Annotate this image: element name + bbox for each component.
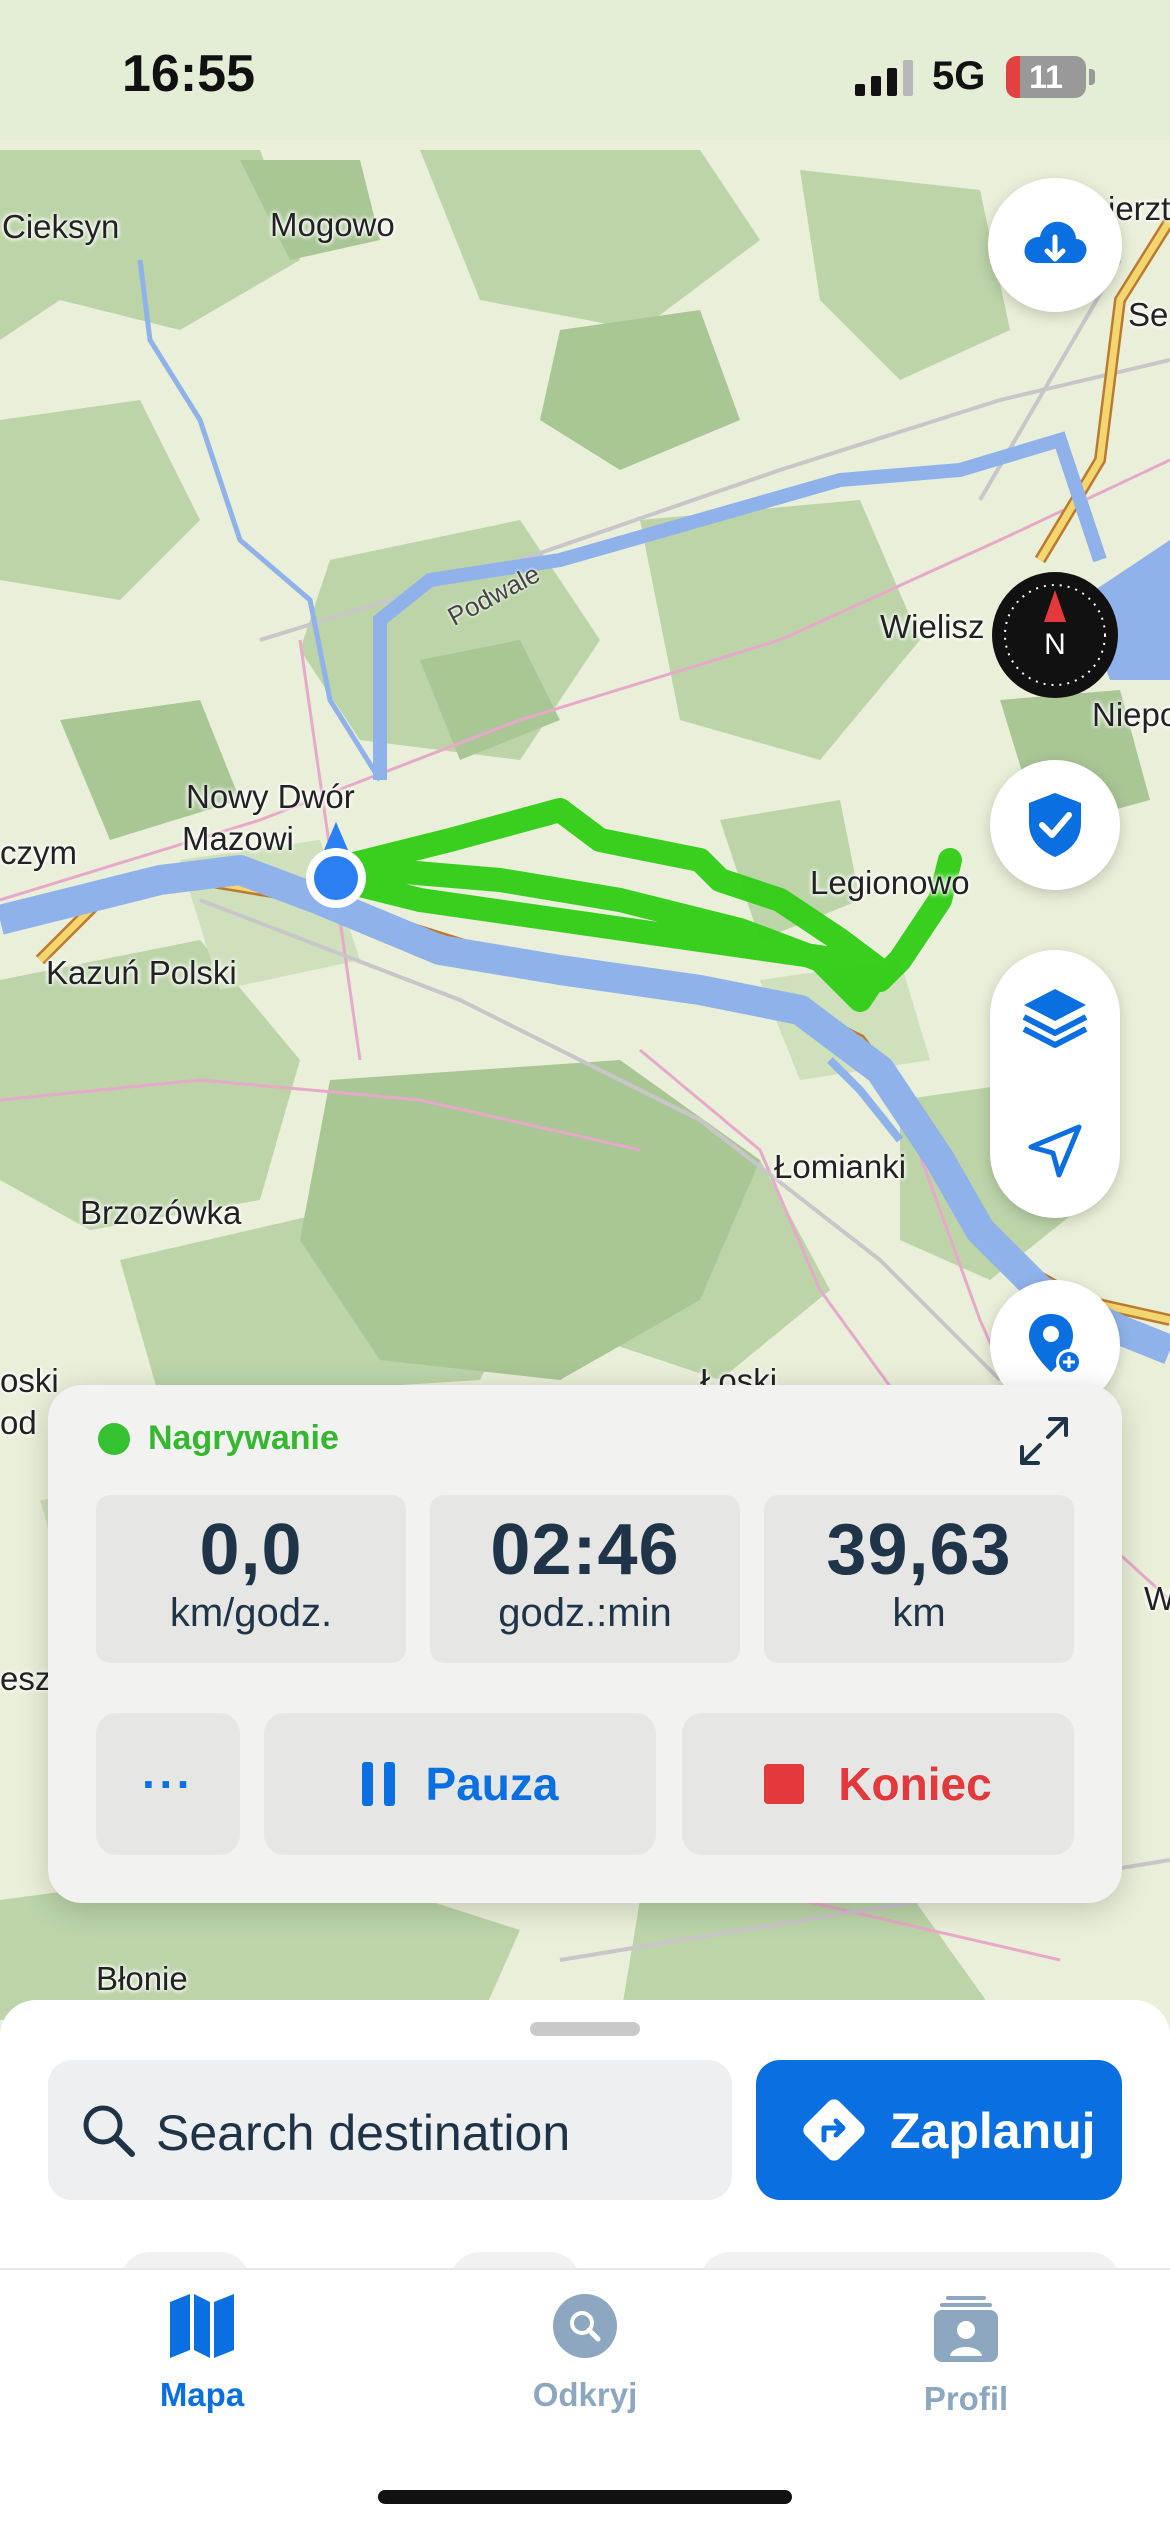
map-tools-group: [990, 950, 1120, 1218]
plan-route-button[interactable]: Zaplanuj: [756, 2060, 1122, 2200]
time-unit: godz.:min: [498, 1591, 672, 1635]
tab-label-odkryj: Odkryj: [532, 2376, 638, 2413]
recording-indicator-icon: [98, 1423, 130, 1455]
shield-check-icon: [1029, 793, 1081, 857]
speed-value: 0,0: [199, 1510, 303, 1590]
battery-tip: [1089, 69, 1095, 85]
layers-button[interactable]: [990, 950, 1120, 1084]
map-label-od: od: [0, 1404, 37, 1441]
locate-me-button[interactable]: [990, 1084, 1120, 1218]
plan-label: Zaplanuj: [890, 2103, 1096, 2159]
map-label-lomianki: Łomianki: [774, 1148, 907, 1185]
compass-letter: N: [1044, 628, 1066, 661]
tab-profil[interactable]: Profil: [836, 2296, 1096, 2436]
battery-level: 11: [1029, 59, 1063, 95]
end-recording-button[interactable]: Koniec: [682, 1713, 1074, 1855]
end-label: Koniec: [838, 1758, 992, 1810]
map-label-mazowiecki: Mazowi: [182, 820, 294, 857]
sheet-grabber[interactable]: [530, 2022, 640, 2036]
map-label-esz: esz: [0, 1660, 52, 1697]
tab-label-profil: Profil: [923, 2380, 1009, 2417]
home-indicator: [378, 2490, 792, 2504]
distance-stat: 39,63 km: [764, 1495, 1074, 1663]
distance-unit: km: [892, 1591, 946, 1635]
tab-odkryj[interactable]: Odkryj: [455, 2292, 715, 2432]
time-stat: 02:46 godz.:min: [430, 1495, 740, 1663]
stop-icon: [764, 1764, 805, 1804]
more-options-icon: ···: [142, 1758, 194, 1810]
search-icon: [83, 2105, 135, 2157]
map-label-oski: oski: [0, 1362, 59, 1399]
map-icon: [170, 2294, 234, 2358]
tab-label-mapa: Mapa: [159, 2376, 245, 2413]
map-label-czym: czym: [0, 834, 77, 871]
current-location-icon: [306, 822, 366, 908]
map-label-kazun: Kazuń Polski: [46, 954, 237, 991]
safety-shield-button[interactable]: [990, 760, 1120, 890]
add-place-icon: [1029, 1314, 1082, 1375]
map-label-nowy-dwor: Nowy Dwór: [186, 778, 355, 815]
more-options-button[interactable]: ···: [96, 1713, 240, 1855]
map-label-wielisz: Wielisz: [880, 608, 985, 645]
pause-icon: [361, 1762, 395, 1806]
network-type: 5G: [932, 54, 986, 98]
map-label-brzozowka: Brzozówka: [80, 1194, 242, 1231]
cloud-download-icon: [1024, 221, 1087, 263]
recording-status: Nagrywanie: [148, 1419, 339, 1457]
offline-download-button[interactable]: [988, 178, 1122, 312]
map-label-legionowo: Legionowo: [810, 864, 970, 901]
recording-panel: Nagrywanie 0,0 km/godz. 02:46 godz.:min …: [48, 1385, 1122, 1903]
map-label-blonie: Błonie: [96, 1960, 188, 1997]
discover-search-icon: [553, 2294, 617, 2358]
battery-icon: 11: [1006, 56, 1086, 98]
distance-value: 39,63: [826, 1510, 1012, 1590]
location-arrow-icon: [1028, 1124, 1082, 1178]
time-value: 02:46: [490, 1510, 680, 1590]
route-turn-icon: [803, 2099, 865, 2161]
tab-mapa[interactable]: Mapa: [72, 2292, 332, 2432]
expand-icon[interactable]: [1014, 1411, 1074, 1471]
map-label-niepo: Niepo: [1092, 696, 1170, 733]
map-label-cieksyn: Cieksyn: [2, 208, 120, 245]
cellular-signal-icon: [855, 60, 913, 96]
search-destination-input[interactable]: Search destination: [48, 2060, 732, 2200]
map-label-se: Se: [1128, 296, 1169, 333]
map-label-mogowo: Mogowo: [270, 206, 395, 243]
compass-icon: N: [1004, 584, 1106, 686]
pause-label: Pauza: [425, 1758, 559, 1810]
speed-unit: km/godz.: [169, 1591, 333, 1635]
map-label-w: W: [1144, 1580, 1170, 1617]
profile-icon: [934, 2296, 998, 2362]
status-time: 16:55: [122, 45, 255, 103]
pause-button[interactable]: Pauza: [264, 1713, 656, 1855]
status-bar: 16:55 5G 11: [0, 0, 1170, 140]
search-placeholder: Search destination: [156, 2105, 571, 2161]
layers-icon: [1022, 989, 1088, 1048]
speed-stat: 0,0 km/godz.: [96, 1495, 406, 1663]
compass-button[interactable]: N: [992, 572, 1118, 698]
